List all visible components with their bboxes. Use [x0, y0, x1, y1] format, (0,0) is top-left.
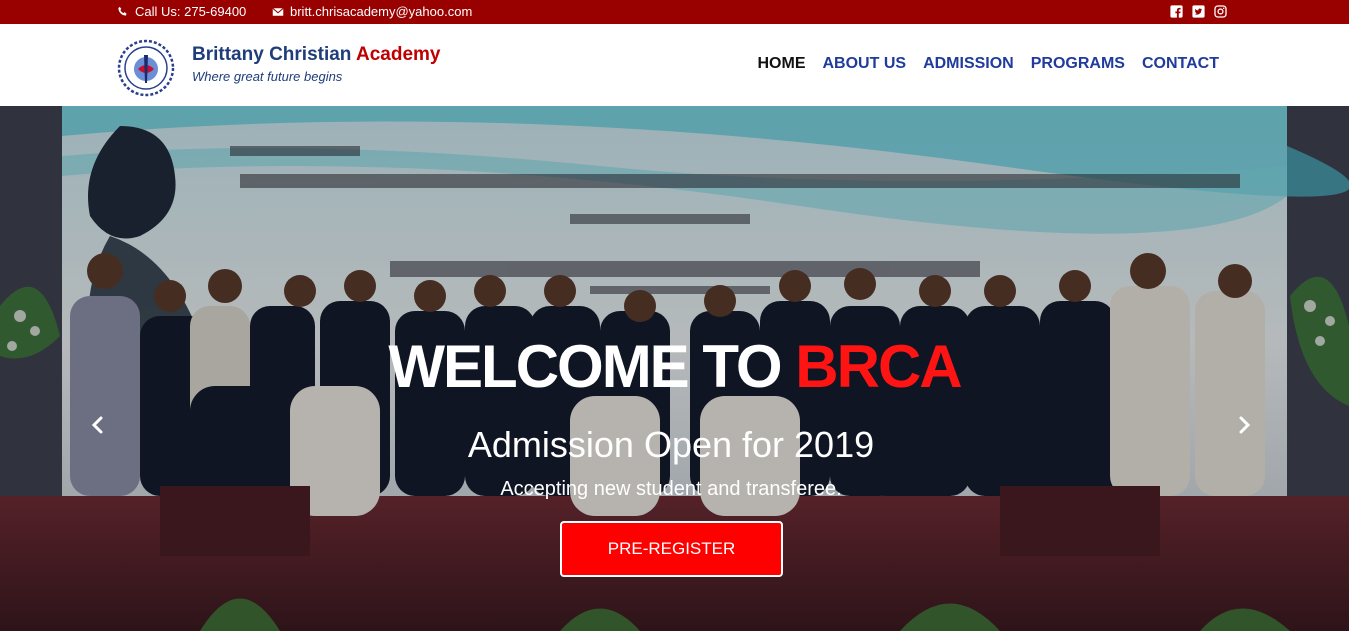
nav-about-us[interactable]: ABOUT US: [823, 55, 907, 73]
nav-home[interactable]: HOME: [758, 55, 806, 73]
social-links: [1170, 5, 1227, 18]
hero-title: WELCOME TO BRCA: [0, 332, 1349, 401]
pre-register-button[interactable]: PRE-REGISTER: [560, 521, 783, 577]
nav-contact[interactable]: CONTACT: [1142, 55, 1219, 73]
hero-title-red: BRCA: [795, 333, 962, 400]
phone-icon: [118, 6, 127, 16]
envelope-icon: [272, 7, 284, 16]
email-text: britt.chrisacademy@yahoo.com: [290, 4, 473, 19]
school-name-accent: Academy: [356, 44, 441, 65]
email-contact[interactable]: britt.chrisacademy@yahoo.com: [272, 4, 472, 19]
school-name: Brittany Christian Academy: [192, 44, 441, 66]
brand-block[interactable]: Brittany Christian Academy Where great f…: [192, 44, 441, 84]
school-name-main: Brittany Christian: [192, 44, 356, 65]
hero-subtitle: Admission Open for 2019: [467, 424, 875, 465]
facebook-icon[interactable]: [1170, 5, 1183, 18]
nav-programs[interactable]: PROGRAMS: [1031, 55, 1125, 73]
tagline: Where great future begins: [192, 69, 343, 84]
school-seal-logo[interactable]: [117, 39, 175, 97]
phone-text: Call Us: 275-69400: [135, 4, 247, 19]
top-contact-bar: Call Us: 275-69400 britt.chrisacademy@ya…: [0, 0, 1349, 24]
instagram-icon[interactable]: [1214, 5, 1227, 18]
hero-description: Accepting new student and transferee.: [500, 478, 842, 500]
hero-title-white: WELCOME TO: [388, 333, 796, 400]
phone-contact[interactable]: Call Us: 275-69400: [117, 4, 246, 19]
site-header: Brittany Christian Academy Where great f…: [0, 24, 1349, 106]
main-nav: HOME ABOUT US ADMISSION PROGRAMS CONTACT: [758, 55, 1220, 73]
nav-admission[interactable]: ADMISSION: [923, 55, 1014, 73]
twitter-icon[interactable]: [1192, 5, 1205, 18]
hero-slider: WELCOME TO BRCA Admission Open for 2019 …: [0, 106, 1349, 631]
